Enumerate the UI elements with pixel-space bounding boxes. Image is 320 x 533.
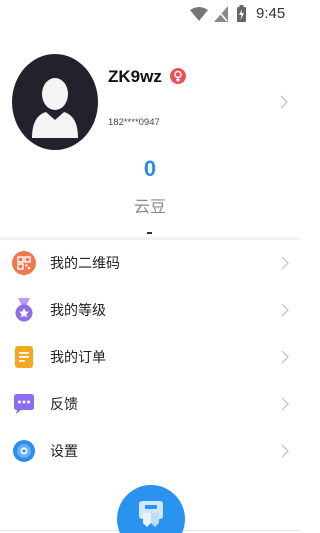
menu-item-label: 我的等级 [50,303,106,319]
menu-item-label: 反馈 [50,397,78,413]
chevron-right-icon [281,350,289,364]
menu-item-orders[interactable]: 我的订单 [0,334,300,380]
wifi-icon [190,7,208,21]
status-time: 9:45 [256,5,286,22]
chevron-right-icon [281,444,289,458]
medal-icon [15,298,33,322]
menu-item-settings[interactable]: 设置 [0,428,300,474]
menu-item-feedback[interactable]: 反馈 [0,381,300,427]
menu-item-label: 我的二维码 [50,256,120,272]
chevron-right-icon[interactable] [280,95,288,109]
no-signal-icon [214,6,228,22]
chevron-right-icon [281,397,289,411]
home-tab-icon [139,501,163,527]
menu-item-qr-code[interactable]: 我的二维码 [0,240,300,286]
profile-header[interactable]: ZK9wz 182****0947 [0,40,300,150]
chevron-right-icon [281,303,289,317]
default-avatar-icon [32,78,78,138]
menu-item-label: 设置 [50,444,78,460]
female-icon [170,68,186,84]
qr-code-icon [12,251,36,275]
menu-item-level[interactable]: 我的等级 [0,287,300,333]
points-indicator [147,232,152,234]
chevron-right-icon [281,256,289,270]
center-tab-button[interactable] [117,485,185,533]
settings-icon [13,440,35,462]
order-icon [15,346,33,368]
points-value[interactable]: 0 [0,156,300,182]
battery-charging-icon [237,5,246,22]
avatar[interactable] [12,54,98,150]
status-bar: 9:45 [0,0,300,30]
feedback-icon [14,394,34,414]
phone-number: 182****0947 [108,117,160,128]
points-label: 云豆 [133,197,166,216]
menu-item-label: 我的订单 [50,350,106,366]
username: ZK9wz [108,67,162,86]
